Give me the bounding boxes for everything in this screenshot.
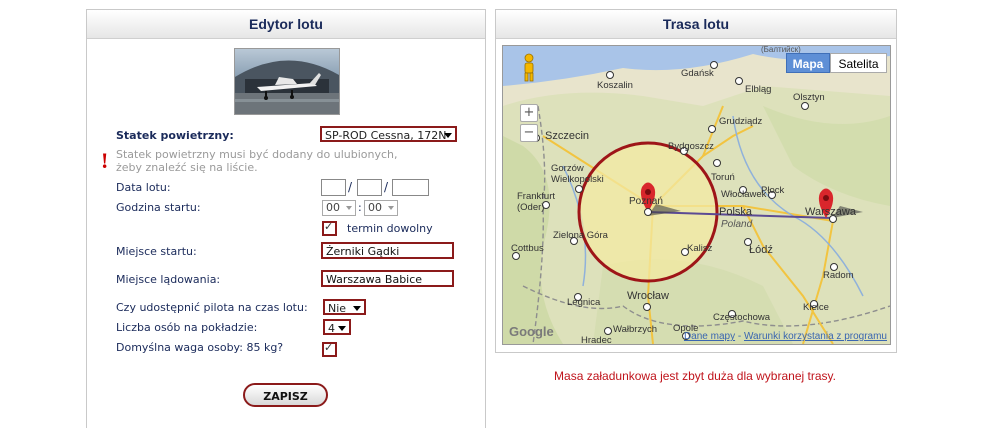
map-type-satellite-button[interactable]: Satelita [830, 53, 887, 73]
time-separator: : [358, 201, 362, 214]
route-title: Trasa lotu [496, 10, 896, 39]
persons-value: 4 [328, 322, 335, 335]
hour-select[interactable]: 00 [322, 200, 356, 216]
city-label: Szczecin [545, 130, 590, 142]
city-dot [708, 125, 716, 133]
city-dot [604, 327, 612, 335]
date-day-input[interactable] [321, 179, 346, 196]
route-panel: Trasa lotu (Балтийск) Gdańsk Koszalin El… [495, 9, 897, 353]
date-month-input[interactable] [357, 179, 382, 196]
persons-label: Liczba osób na pokładzie: [116, 321, 258, 334]
flexible-date-label: termin dowolny [347, 222, 433, 235]
chevron-down-icon [338, 326, 346, 331]
aircraft-photo [234, 48, 340, 115]
city-dot [643, 303, 651, 311]
city-dot [606, 71, 614, 79]
city-label: Olsztyn [793, 92, 825, 103]
flexible-date-checkbox[interactable] [322, 220, 337, 236]
city-label: Elbląg [745, 84, 772, 95]
city-label: Warszawa [805, 206, 856, 218]
city-label: Kalisz [687, 243, 713, 254]
minute-select[interactable]: 00 [364, 200, 398, 216]
city-label: Poland [721, 219, 753, 230]
route-map[interactable]: (Балтийск) Gdańsk Koszalin Elbląg Olszty… [502, 45, 891, 345]
persons-select[interactable]: 4 [323, 319, 351, 335]
default-weight-label: Domyślna waga osoby: 85 kg? [116, 341, 284, 354]
flight-editor-panel: Edytor lotu Statek powietrzny: SP-ROD Ce… [86, 9, 486, 428]
city-label: Legnica [567, 297, 601, 308]
city-dot [644, 208, 652, 216]
time-label: Godzina startu: [116, 201, 201, 214]
date-year-input[interactable] [392, 179, 429, 196]
start-place-input[interactable]: Żerniki Gądki [321, 242, 454, 259]
city-dot [713, 159, 721, 167]
flight-editor-title: Edytor lotu [87, 10, 485, 39]
city-label: Bydgoszcz [668, 141, 714, 152]
landing-place-label: Miejsce lądowania: [116, 273, 221, 286]
aircraft-label: Statek powietrzny: [116, 129, 234, 142]
aircraft-select-value: SP-ROD Cessna, 172N [325, 129, 447, 142]
warning-icon: ! [101, 148, 109, 173]
date-separator: / [348, 180, 353, 194]
hour-select-value: 00 [326, 201, 340, 214]
terms-link[interactable]: Warunki korzystania z programu [744, 331, 887, 342]
city-label: Łódź [749, 244, 773, 256]
city-label: Wrocław [627, 290, 669, 302]
chevron-down-icon [353, 306, 361, 311]
city-label: Gdańsk [681, 68, 714, 79]
city-label: Koszalin [597, 80, 633, 91]
city-label: Frankfurt (Oder) [517, 191, 556, 213]
city-label: Gorzów Wielkopolski [551, 163, 604, 185]
map-data-link[interactable]: Dane mapy [684, 331, 735, 342]
date-separator: / [384, 180, 389, 194]
map-type-map-button[interactable]: Mapa [786, 53, 830, 73]
aircraft-warning: Statek powietrzny musi być dodany do ulu… [116, 148, 398, 174]
city-label: Płock [761, 185, 785, 196]
map-footer-links: Dane mapy - Warunki korzystania z progra… [684, 331, 887, 342]
chevron-down-icon [444, 133, 452, 138]
share-pilot-select[interactable]: Nie [323, 299, 366, 315]
city-label: Cottbus [511, 243, 544, 254]
map-canvas [503, 46, 890, 344]
zoom-out-button[interactable]: − [520, 124, 538, 142]
city-label: Radom [823, 270, 854, 281]
city-label: Zielona Góra [553, 230, 608, 241]
share-pilot-value: Nie [328, 302, 347, 315]
landing-place-input[interactable]: Warszawa Babice [321, 270, 454, 287]
city-label: Polska [719, 206, 753, 218]
default-weight-checkbox[interactable] [322, 341, 337, 357]
google-logo: Google [509, 324, 554, 339]
aircraft-warning-line2: żeby znaleźć się na liście. [116, 161, 258, 174]
link-separator: - [735, 331, 744, 342]
city-label: Toruń [711, 172, 735, 183]
city-dot [575, 185, 583, 193]
city-label: Hradec [581, 335, 612, 345]
error-message: Masa załadunkowa jest zbyt duża dla wybr… [554, 369, 836, 383]
city-label: Grudziądz [719, 116, 763, 127]
pegman-icon[interactable] [520, 53, 538, 83]
city-label: Poznań [629, 196, 663, 207]
aircraft-select[interactable]: SP-ROD Cessna, 172N [320, 126, 457, 142]
date-label: Data lotu: [116, 181, 171, 194]
chevron-down-icon [388, 206, 394, 210]
city-dot [801, 102, 809, 110]
chevron-down-icon [346, 206, 352, 210]
city-dot [735, 77, 743, 85]
city-label: Częstochowa [713, 312, 771, 323]
aircraft-warning-line1: Statek powietrzny musi być dodany do ulu… [116, 148, 398, 161]
save-button[interactable]: ZAPISZ [243, 383, 328, 407]
zoom-in-button[interactable]: + [520, 104, 538, 122]
start-place-label: Miejsce startu: [116, 245, 197, 258]
minute-select-value: 00 [368, 201, 382, 214]
share-pilot-label: Czy udostępnić pilota na czas lotu: [116, 301, 308, 314]
city-label: Wałbrzych [613, 324, 657, 335]
city-label: Kielce [803, 302, 829, 313]
city-label: Włocławek [721, 189, 767, 200]
